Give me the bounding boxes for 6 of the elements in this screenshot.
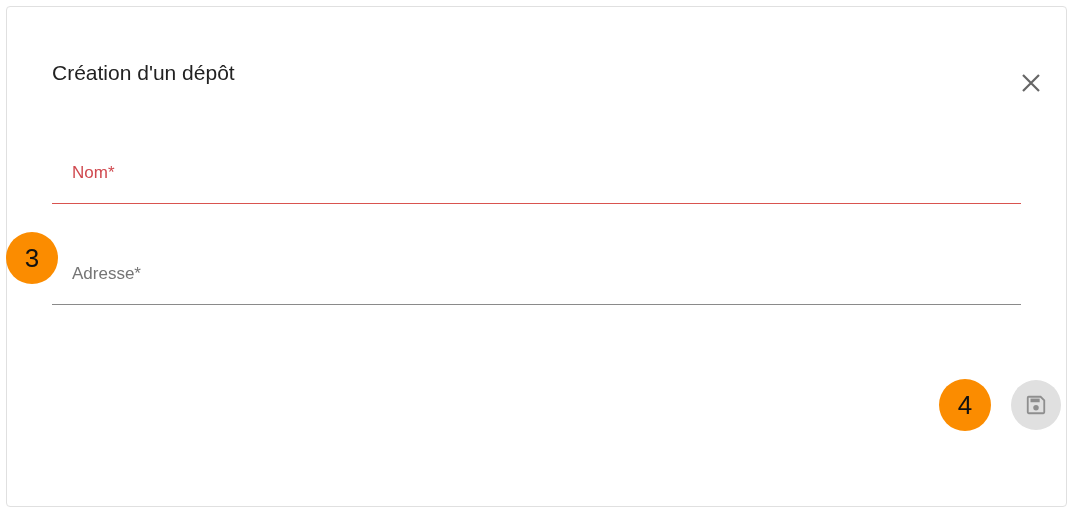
dialog-title: Création d'un dépôt bbox=[52, 61, 235, 85]
callout-badge: 3 bbox=[6, 232, 58, 284]
callout-badge: 4 bbox=[939, 379, 991, 431]
close-icon bbox=[1021, 73, 1041, 93]
input-field[interactable]: Adresse* bbox=[52, 252, 1021, 305]
input-field[interactable]: Nom* bbox=[52, 151, 1021, 204]
